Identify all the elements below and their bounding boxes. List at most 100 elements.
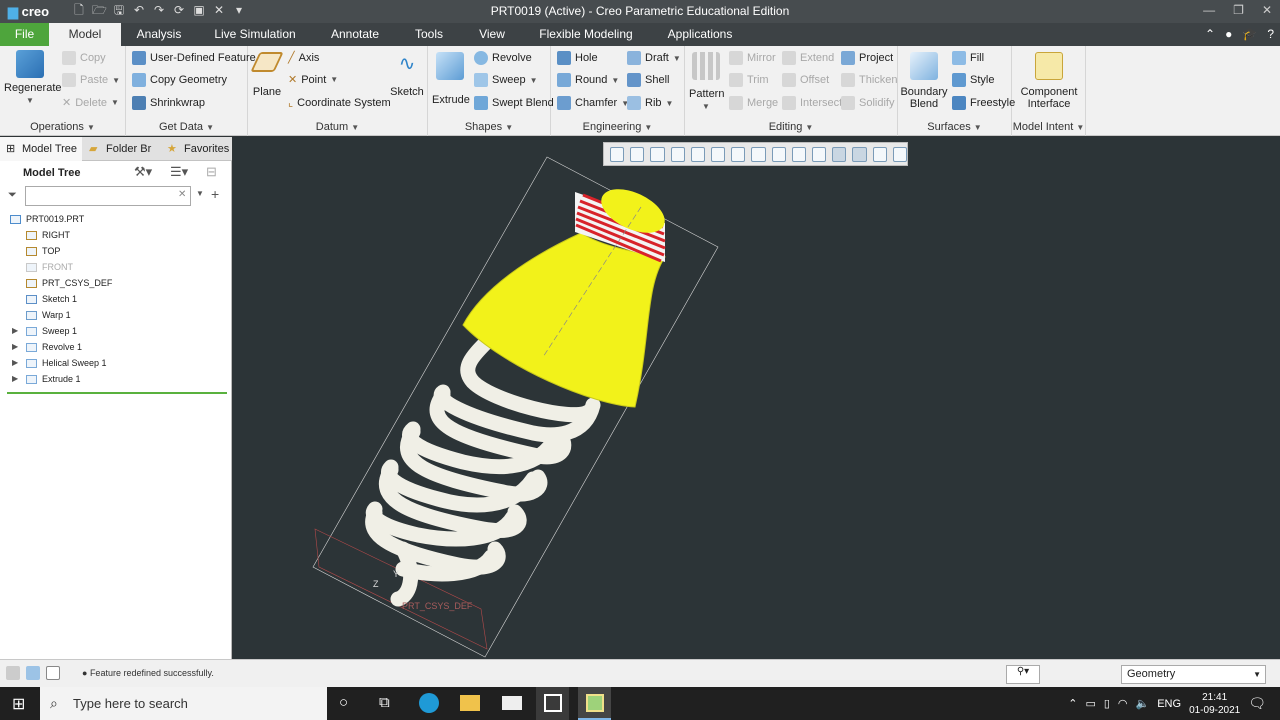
freestyle-button[interactable]: Freestyle bbox=[952, 96, 1015, 110]
sweep-button[interactable]: Sweep ▼ bbox=[474, 73, 538, 87]
edge-icon[interactable] bbox=[419, 693, 439, 713]
udf-button[interactable]: User-Defined Feature bbox=[132, 51, 256, 65]
network-icon[interactable]: ▭ bbox=[1085, 697, 1095, 710]
tree-columns-icon[interactable]: ⊟ bbox=[206, 164, 217, 180]
datum-display-icon[interactable] bbox=[791, 146, 807, 162]
display-style-icon[interactable] bbox=[731, 146, 746, 162]
perspective-icon[interactable] bbox=[751, 146, 766, 162]
copy-button[interactable]: Copy bbox=[62, 51, 106, 65]
tab-folder-browser[interactable]: ▰ Folder Br bbox=[84, 137, 160, 161]
navigator-toggle-icon[interactable] bbox=[6, 666, 20, 680]
point-button[interactable]: ✕ Point ▼ bbox=[288, 73, 338, 87]
project-button[interactable]: Project bbox=[841, 51, 893, 65]
expand-icon[interactable]: ▶ bbox=[12, 323, 18, 339]
tree-item[interactable]: ▶ Extrude 1 bbox=[8, 371, 228, 387]
file-explorer-icon[interactable] bbox=[460, 695, 480, 711]
spin-center-icon[interactable] bbox=[832, 146, 847, 162]
csys-display-icon[interactable] bbox=[852, 146, 867, 162]
browser-toggle-icon[interactable] bbox=[26, 666, 40, 680]
point-display-icon[interactable] bbox=[872, 146, 887, 162]
help-dot-icon[interactable]: ● bbox=[1225, 27, 1232, 41]
boundary-blend-button[interactable]: Boundary Blend bbox=[900, 52, 948, 110]
coordinate-system-button[interactable]: ⌞ Coordinate System bbox=[288, 96, 391, 110]
tree-filter-input[interactable] bbox=[25, 186, 191, 206]
thicken-button[interactable]: Thicken bbox=[841, 73, 898, 87]
pattern-button[interactable]: Pattern ▼ bbox=[689, 52, 724, 112]
plane-button[interactable]: Plane bbox=[250, 52, 284, 98]
hole-button[interactable]: Hole bbox=[557, 51, 598, 65]
expand-icon[interactable]: ▶ bbox=[12, 371, 18, 387]
tree-item[interactable]: ▶ Sweep 1 bbox=[8, 323, 228, 339]
operations-label[interactable]: Operations ▼ bbox=[0, 121, 125, 133]
graduation-cap-icon[interactable]: 🎓 bbox=[1242, 27, 1257, 41]
surfaces-label[interactable]: Surfaces ▼ bbox=[898, 121, 1011, 133]
tab-flexible-modeling[interactable]: Flexible Modeling bbox=[532, 23, 640, 46]
annotation-display-icon[interactable] bbox=[812, 146, 827, 162]
fill-button[interactable]: Fill bbox=[952, 51, 984, 65]
merge-button[interactable]: Merge bbox=[729, 96, 778, 110]
expand-icon[interactable]: ▶ bbox=[12, 339, 18, 355]
tab-annotate[interactable]: Annotate bbox=[322, 23, 388, 46]
tab-view[interactable]: View bbox=[470, 23, 514, 46]
help-icon[interactable]: ? bbox=[1267, 27, 1274, 41]
cortana-icon[interactable]: ○ bbox=[339, 694, 348, 711]
notifications-icon[interactable]: 🗨 bbox=[1248, 695, 1266, 712]
expand-icon[interactable]: ▶ bbox=[12, 355, 18, 371]
tab-favorites[interactable]: ★ Favorites bbox=[162, 137, 232, 161]
tree-item[interactable]: Sketch 1 bbox=[8, 291, 228, 307]
sketch-button[interactable]: ∿ Sketch bbox=[390, 52, 424, 98]
tab-live-simulation[interactable]: Live Simulation bbox=[208, 23, 302, 46]
tree-item[interactable]: ▶ Helical Sweep 1 bbox=[8, 355, 228, 371]
engineering-label[interactable]: Engineering ▼ bbox=[551, 121, 684, 133]
extrude-button[interactable]: Extrude bbox=[432, 52, 470, 106]
tab-file[interactable]: File bbox=[0, 23, 49, 46]
graphics-viewport[interactable]: PRT_CSYS_DEF Z Y bbox=[233, 137, 1280, 659]
add-filter-icon[interactable]: + bbox=[211, 186, 219, 202]
wifi-icon[interactable]: ◠ bbox=[1118, 697, 1128, 710]
datum-label[interactable]: Datum ▼ bbox=[248, 121, 427, 133]
mail-icon[interactable] bbox=[502, 696, 522, 710]
zoom-out-icon[interactable] bbox=[650, 146, 665, 162]
tab-analysis[interactable]: Analysis bbox=[128, 23, 190, 46]
selection-filter-select[interactable]: Geometry ▼ bbox=[1121, 665, 1266, 684]
maximize-icon[interactable]: ❐ bbox=[1233, 3, 1244, 17]
zoom-in-icon[interactable] bbox=[630, 146, 645, 162]
tree-settings-icon[interactable]: ⚒▾ bbox=[134, 164, 152, 180]
annotation-filter-icon[interactable] bbox=[892, 146, 908, 162]
tree-item[interactable]: Warp 1 bbox=[8, 307, 228, 323]
shell-button[interactable]: Shell bbox=[627, 73, 669, 87]
swept-blend-button[interactable]: Swept Blend bbox=[474, 96, 554, 110]
model-intent-label[interactable]: Model Intent ▼ bbox=[1012, 121, 1085, 133]
style-button[interactable]: Style bbox=[952, 73, 994, 87]
mirror-button[interactable]: Mirror bbox=[729, 51, 776, 65]
windows-start-icon[interactable]: ⊞ bbox=[12, 694, 25, 714]
tree-item[interactable]: ▶ Revolve 1 bbox=[8, 339, 228, 355]
tree-item[interactable]: RIGHT bbox=[8, 227, 228, 243]
insert-here-marker[interactable] bbox=[7, 392, 227, 394]
photos-app-icon[interactable] bbox=[536, 687, 569, 720]
filter-dropdown-icon[interactable]: ▼ bbox=[196, 189, 204, 198]
tab-tools[interactable]: Tools bbox=[406, 23, 452, 46]
language-indicator[interactable]: ENG bbox=[1157, 698, 1181, 710]
tab-model[interactable]: Model bbox=[49, 23, 121, 46]
tree-item[interactable]: PRT_CSYS_DEF bbox=[8, 275, 228, 291]
copy-geometry-button[interactable]: Copy Geometry bbox=[132, 73, 227, 87]
intersect-button[interactable]: Intersect bbox=[782, 96, 842, 110]
component-interface-button[interactable]: Component Interface bbox=[1016, 52, 1082, 110]
revolve-button[interactable]: Revolve bbox=[474, 51, 532, 65]
regenerate-button[interactable]: Regenerate ▼ bbox=[4, 50, 62, 106]
paste-button[interactable]: Paste ▼ bbox=[62, 73, 120, 87]
shapes-label[interactable]: Shapes ▼ bbox=[428, 121, 550, 133]
round-button[interactable]: Round ▼ bbox=[557, 73, 619, 87]
clear-filter-icon[interactable]: ✕ bbox=[178, 189, 186, 200]
reorient-icon[interactable] bbox=[690, 146, 706, 162]
get-data-label[interactable]: Get Data ▼ bbox=[126, 121, 247, 133]
chamfer-button[interactable]: Chamfer ▼ bbox=[557, 96, 629, 110]
taskbar-search[interactable]: ⌕ Type here to search bbox=[40, 687, 327, 720]
tray-chevron-icon[interactable]: ⌃ bbox=[1068, 697, 1077, 710]
show-icon[interactable]: ☰▾ bbox=[170, 164, 188, 180]
tree-item[interactable]: TOP bbox=[8, 243, 228, 259]
shrinkwrap-button[interactable]: Shrinkwrap bbox=[132, 96, 205, 110]
repaint-icon[interactable] bbox=[670, 146, 685, 162]
trim-button[interactable]: Trim bbox=[729, 73, 769, 87]
